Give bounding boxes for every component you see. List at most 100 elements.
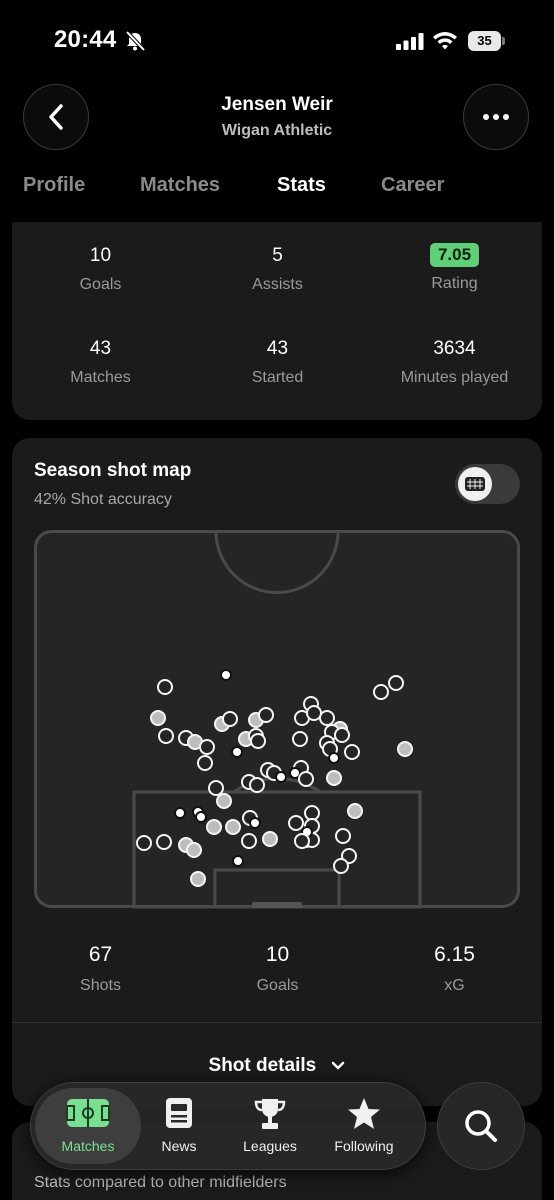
- battery-level: 35: [468, 31, 501, 51]
- shot-marker: [156, 834, 172, 850]
- shot-marker: [373, 684, 389, 700]
- stat-matches: 43 Matches: [12, 338, 189, 387]
- shot-marker: [344, 744, 360, 760]
- goal-marker: [232, 855, 244, 867]
- shot-marker: [136, 835, 152, 851]
- signal-icon: [396, 33, 424, 50]
- battery-icon: 35: [468, 31, 505, 51]
- goal-marker: [174, 807, 186, 819]
- search-button[interactable]: [437, 1082, 525, 1170]
- bell-slash-icon: [125, 30, 146, 52]
- stat-value: 10: [265, 943, 290, 966]
- trophy-icon: [254, 1099, 286, 1129]
- stat-minutes: 3634 Minutes played: [366, 338, 543, 387]
- shot-on-target-marker: [186, 842, 202, 858]
- goal-marker: [220, 669, 232, 681]
- shot-on-target-marker: [216, 793, 232, 809]
- shot-marker: [222, 711, 238, 727]
- tabbar-label: Leagues: [243, 1138, 297, 1154]
- stat-value: 10: [89, 245, 112, 266]
- shot-marker: [294, 833, 310, 849]
- toggle-knob: [458, 467, 492, 501]
- tabbar-label: Matches: [61, 1138, 115, 1154]
- goal-marker: [195, 811, 207, 823]
- tab-profile[interactable]: Profile: [23, 174, 85, 197]
- shot-marker: [288, 815, 304, 831]
- shot-marker: [199, 739, 215, 755]
- goal-marker: [328, 752, 340, 764]
- tab-stats[interactable]: Stats: [277, 174, 326, 197]
- shot-marker: [335, 828, 351, 844]
- shot-on-target-marker: [206, 819, 222, 835]
- stat-started: 43 Started: [189, 338, 366, 387]
- rating-badge: 7.05: [429, 243, 480, 267]
- bottom-tab-bar: Matches News Leagues Following: [30, 1082, 426, 1170]
- shot-on-target-marker: [190, 871, 206, 887]
- pitch-icon: [66, 1099, 110, 1127]
- shot-marker: [306, 705, 322, 721]
- stat-assists: 5 Assists: [189, 245, 366, 294]
- stat-label: Assists: [252, 276, 303, 293]
- shot-marker: [157, 679, 173, 695]
- goal-net-icon: [465, 477, 485, 491]
- more-options-button[interactable]: [463, 84, 529, 150]
- stat-label: Minutes played: [400, 369, 509, 386]
- shot-stat-goals: 10 Goals: [189, 943, 366, 995]
- shot-marker: [241, 833, 257, 849]
- shot-on-target-marker: [225, 819, 241, 835]
- stat-value: 67: [88, 943, 113, 966]
- shot-stat-shots: 67 Shots: [12, 943, 189, 995]
- tabbar-label: News: [161, 1138, 197, 1154]
- shot-marker: [249, 777, 265, 793]
- tabbar-item-news[interactable]: News: [134, 1083, 224, 1169]
- shot-marker: [292, 731, 308, 747]
- shot-map-toggle[interactable]: [455, 464, 520, 504]
- stat-rating: 7.05 Rating: [366, 243, 543, 293]
- stat-value: 43: [266, 338, 289, 359]
- stat-label: Rating: [431, 275, 478, 292]
- tab-career[interactable]: Career: [381, 174, 444, 197]
- player-tabs: Profile Matches Stats Career: [0, 174, 554, 210]
- shot-marker: [388, 675, 404, 691]
- wifi-icon: [433, 32, 457, 50]
- chevron-down-icon: [332, 1061, 345, 1070]
- stat-label: Started: [251, 369, 304, 386]
- shot-on-target-marker: [397, 741, 413, 757]
- tabbar-label: Following: [334, 1138, 394, 1154]
- status-bar: 20:44 35: [0, 0, 554, 80]
- shot-marker: [208, 780, 224, 796]
- shot-marker: [333, 858, 349, 874]
- shot-map-pitch: [34, 530, 520, 909]
- stat-label: Goals: [79, 276, 122, 293]
- comparison-subtitle: Stats compared to other midfielders: [34, 1174, 287, 1191]
- shot-map-title: Season shot map: [34, 460, 192, 481]
- stats-content[interactable]: 10 Goals 5 Assists 7.05 Rating 43 Matche…: [0, 222, 554, 1200]
- shot-marker: [319, 710, 335, 726]
- stat-label: Shots: [80, 977, 121, 994]
- divider: [12, 1022, 542, 1023]
- tabbar-item-matches[interactable]: Matches: [35, 1088, 141, 1164]
- news-icon: [166, 1098, 192, 1128]
- goal-marker: [275, 771, 287, 783]
- shot-marker: [197, 755, 213, 771]
- stat-label: Matches: [70, 369, 131, 386]
- stat-value: 5: [272, 245, 283, 266]
- goal-marker: [231, 746, 243, 758]
- shot-marker: [298, 771, 314, 787]
- search-icon: [465, 1110, 497, 1142]
- tabbar-item-following[interactable]: Following: [319, 1083, 409, 1169]
- shot-details-button[interactable]: Shot details: [12, 1055, 542, 1077]
- shot-on-target-marker: [150, 710, 166, 726]
- shot-marker: [158, 728, 174, 744]
- shot-marker: [258, 707, 274, 723]
- stat-label: Goals: [256, 977, 299, 994]
- status-time: 20:44: [54, 26, 117, 53]
- star-icon: [348, 1098, 380, 1129]
- shot-on-target-marker: [326, 770, 342, 786]
- more-dots-icon: [483, 114, 509, 120]
- tab-matches[interactable]: Matches: [140, 174, 220, 197]
- season-summary-card: 10 Goals 5 Assists 7.05 Rating 43 Matche…: [12, 222, 542, 420]
- tabbar-item-leagues[interactable]: Leagues: [225, 1083, 315, 1169]
- shot-accuracy: 42% Shot accuracy: [34, 491, 172, 508]
- shot-details-label: Shot details: [208, 1055, 317, 1076]
